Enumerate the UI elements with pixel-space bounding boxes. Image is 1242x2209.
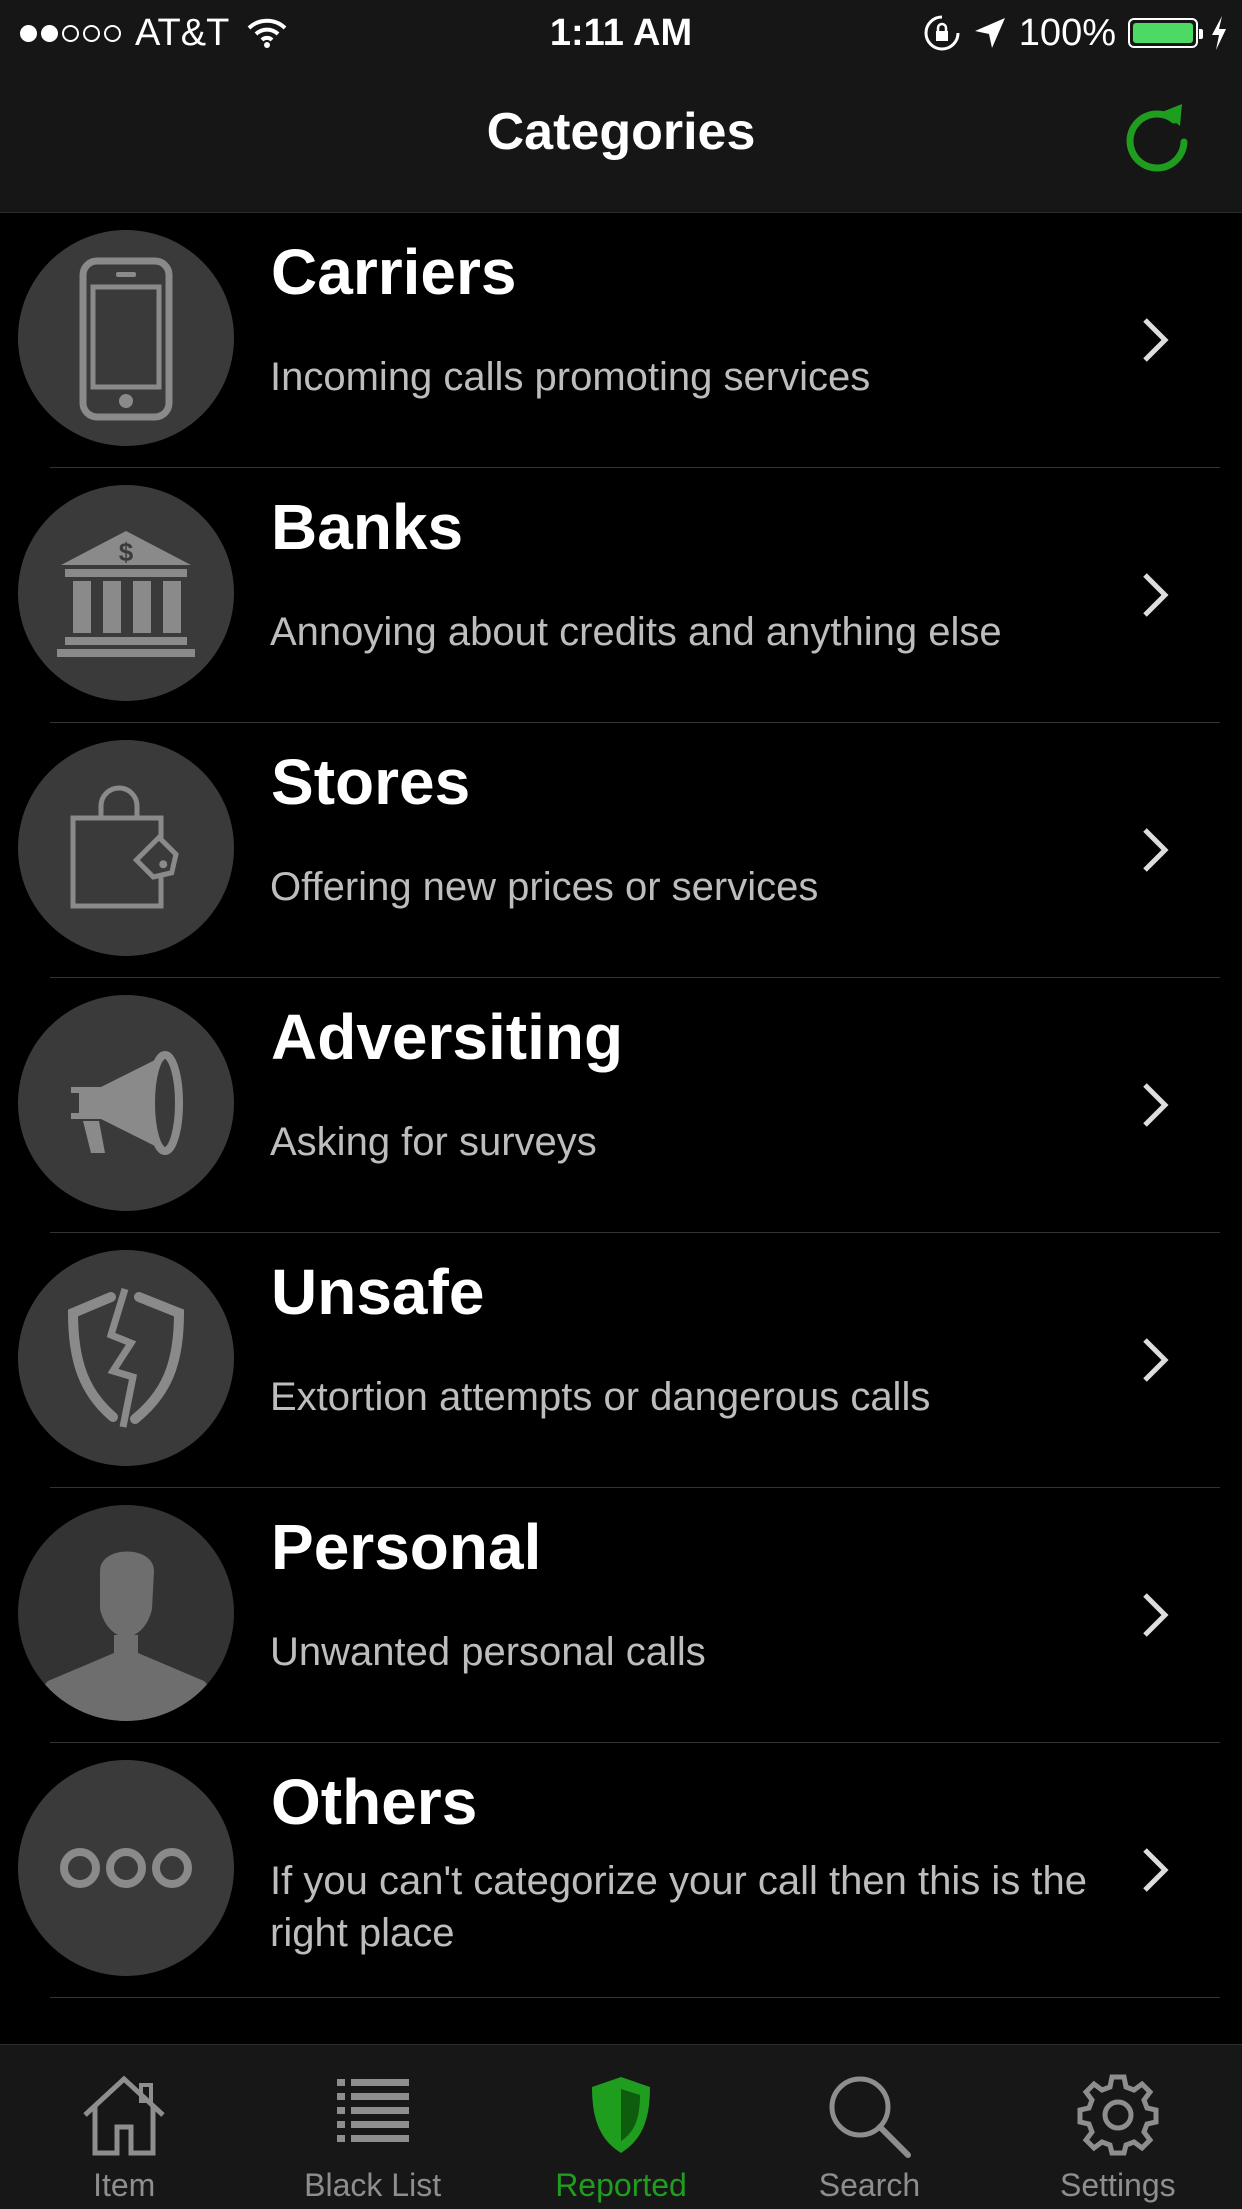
category-row-personal[interactable]: Personal Unwanted personal calls <box>0 1488 1242 1743</box>
chevron-right-icon <box>1143 1848 1169 1892</box>
category-row-banks[interactable]: $ Banks Annoying about credits and anyth… <box>0 468 1242 723</box>
person-silhouette-icon <box>30 1551 222 1721</box>
battery-icon <box>1128 18 1203 48</box>
category-icon-circle <box>18 1250 234 1466</box>
svg-text:$: $ <box>119 537 134 567</box>
tab-label: Black List <box>304 2167 442 2203</box>
category-subtitle: Offering new prices or services <box>270 865 819 909</box>
category-title: Stores <box>271 746 471 818</box>
three-circles-icon <box>60 1848 192 1888</box>
category-row-carriers[interactable]: Carriers Incoming calls promoting servic… <box>0 213 1242 468</box>
chevron-right-icon <box>1143 1338 1169 1382</box>
tab-bar: Item Black List Reported Search Settings <box>0 2044 1242 2209</box>
chevron-right-icon <box>1143 828 1169 872</box>
status-bar: AT&T 1:11 AM 100% <box>0 0 1242 66</box>
category-title: Carriers <box>271 236 517 308</box>
category-row-others[interactable]: Others If you can't categorize your call… <box>0 1743 1242 1998</box>
refresh-icon[interactable] <box>1118 98 1198 178</box>
megaphone-icon <box>71 1051 183 1155</box>
chevron-right-icon <box>1143 1593 1169 1637</box>
category-title: Unsafe <box>271 1256 485 1328</box>
list-icon <box>336 2079 409 2142</box>
navigation-bar: Categories <box>0 66 1242 213</box>
category-subtitle: Unwanted personal calls <box>270 1630 706 1674</box>
chevron-right-icon <box>1143 1083 1169 1127</box>
status-right: 100% <box>923 10 1228 56</box>
tab-label: Item <box>93 2167 156 2203</box>
phone-icon <box>79 257 173 421</box>
category-subtitle: Extortion attempts or dangerous calls <box>270 1375 931 1419</box>
charging-bolt-icon <box>1212 16 1226 50</box>
battery-percentage: 100% <box>1018 11 1116 54</box>
category-icon-circle <box>18 230 234 446</box>
category-subtitle: Incoming calls promoting services <box>270 355 871 399</box>
tab-settings[interactable]: Settings <box>994 2045 1242 2209</box>
category-row-unsafe[interactable]: Unsafe Extortion attempts or dangerous c… <box>0 1233 1242 1488</box>
page-title: Categories <box>486 103 756 161</box>
category-title: Others <box>271 1766 478 1838</box>
rotation-lock-icon <box>924 15 960 51</box>
category-title: Personal <box>271 1511 542 1583</box>
tab-item[interactable]: Item <box>0 2045 248 2209</box>
category-list: Carriers Incoming calls promoting servic… <box>0 213 1242 1998</box>
chevron-right-icon <box>1143 573 1169 617</box>
tab-label: Reported <box>555 2167 687 2203</box>
category-title: Adversiting <box>271 1001 624 1073</box>
category-subtitle: If you can't categorize your call then t… <box>270 1859 1087 1955</box>
category-icon-circle: $ <box>18 485 234 701</box>
location-arrow-icon <box>974 18 1005 48</box>
broken-shield-icon <box>67 1287 185 1428</box>
category-icon-circle <box>18 995 234 1211</box>
category-icon-circle <box>18 740 234 956</box>
category-icon-circle <box>18 1505 234 1721</box>
tab-search[interactable]: Search <box>745 2045 993 2209</box>
home-icon <box>83 2075 165 2156</box>
shield-icon <box>592 2077 651 2153</box>
search-icon <box>829 2076 912 2158</box>
category-icon-circle <box>18 1760 234 1976</box>
category-title: Banks <box>271 491 464 563</box>
shopping-bag-icon <box>70 785 179 909</box>
category-subtitle: Annoying about credits and anything else <box>270 610 1002 654</box>
tab-label: Settings <box>1060 2167 1176 2203</box>
tab-black-list[interactable]: Black List <box>248 2045 496 2209</box>
bank-icon: $ <box>57 531 195 657</box>
category-row-advertising[interactable]: Adversiting Asking for surveys <box>0 978 1242 1233</box>
gear-icon <box>1077 2074 1159 2156</box>
tab-label: Search <box>818 2167 921 2203</box>
chevron-right-icon <box>1143 318 1169 362</box>
tab-reported[interactable]: Reported <box>497 2045 745 2209</box>
category-row-stores[interactable]: Stores Offering new prices or services <box>0 723 1242 978</box>
category-subtitle: Asking for surveys <box>270 1120 597 1164</box>
